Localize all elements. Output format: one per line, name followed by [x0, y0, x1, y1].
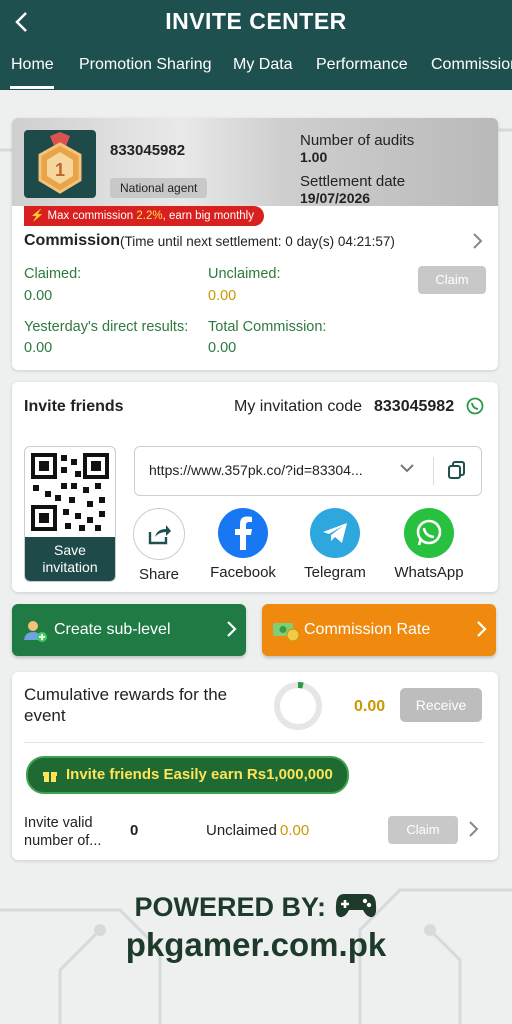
- save-invitation-button[interactable]: Save invitation: [25, 537, 115, 581]
- divider: [433, 457, 434, 485]
- gamepad-icon: [335, 894, 376, 918]
- cumulative-rewards-title: Cumulative rewards for the event: [24, 685, 228, 725]
- receive-button[interactable]: Receive: [400, 688, 482, 722]
- page-title: INVITE CENTER: [165, 8, 347, 34]
- powered-by-watermark: POWERED BY:: [0, 890, 512, 923]
- chevron-right-icon: [227, 621, 237, 637]
- invitation-code-label: My invitation code: [234, 398, 363, 415]
- share-label: Share: [138, 566, 180, 583]
- audits-label: Number of audits: [300, 132, 415, 149]
- unclaimed-label: Unclaimed:: [208, 266, 281, 282]
- promo-ribbon: ⚡ Max commission 2.2%, earn big monthly: [24, 206, 264, 226]
- share-button[interactable]: Share: [116, 508, 202, 583]
- tab-home[interactable]: Home: [11, 56, 54, 74]
- promo-prefix: Max commission: [47, 210, 137, 222]
- agent-commission-card: 1 833045982 National agent Number of aud…: [12, 118, 498, 370]
- invite-valid-count: 0: [130, 822, 139, 839]
- unclaimed-value: 0.00: [280, 822, 310, 839]
- invite-friends-title: Invite friends: [24, 398, 124, 415]
- copy-icon[interactable]: [447, 460, 467, 485]
- invite-valid-label: Invite valid number of...: [24, 815, 102, 849]
- site-watermark: pkgamer.com.pk: [125, 926, 387, 963]
- settlement-value: 19/07/2026: [300, 190, 371, 206]
- medal-badge: 1: [24, 130, 96, 198]
- event-rewards-card: Cumulative rewards for the event 0.00 Re…: [12, 672, 498, 860]
- audits-value: 1.00: [300, 149, 328, 165]
- whatsapp-label: WhatsApp: [394, 564, 464, 581]
- active-tab-indicator: [10, 86, 54, 89]
- invite-friends-card: Invite friends My invitation code 833045…: [12, 382, 498, 592]
- tab-promotion-sharing[interactable]: Promotion Sharing: [79, 56, 212, 74]
- gift-icon: [43, 772, 57, 782]
- money-icon: [273, 623, 300, 642]
- tab-commission[interactable]: Commission: [431, 56, 512, 74]
- unclaimed-label: Unclaimed: [206, 822, 277, 839]
- divider: [24, 742, 484, 743]
- settlement-label: Settlement date: [300, 173, 406, 190]
- promo-suffix: , earn big monthly: [162, 210, 254, 222]
- commission-title: Commission: [24, 232, 121, 249]
- agent-level-badge: National agent: [110, 178, 208, 198]
- progress-ring: [274, 681, 322, 730]
- invite-link-field[interactable]: https://www.357pk.co/?id=83304...: [134, 446, 482, 496]
- invite-promo-banner[interactable]: Invite friends Easily earn Rs1,000,000: [26, 756, 349, 794]
- claim-commission-button[interactable]: Claim: [418, 266, 486, 294]
- commission-details-link[interactable]: [472, 232, 484, 255]
- facebook-label: Facebook: [210, 564, 276, 581]
- invitation-qr-code[interactable]: Save invitation: [24, 446, 116, 582]
- total-commission-value: 0.00: [208, 340, 237, 356]
- tab-performance[interactable]: Performance: [316, 56, 408, 74]
- chevron-down-icon[interactable]: [399, 460, 415, 481]
- qr-code-icon: [31, 453, 109, 531]
- claimed-label: Claimed:: [24, 266, 82, 282]
- yesterday-results-label: Yesterday's direct results:: [24, 319, 189, 335]
- commission-rate-label: Commission Rate: [304, 621, 431, 638]
- agent-id: 833045982: [110, 142, 186, 159]
- header: INVITE CENTER Home Promotion Sharing My …: [0, 0, 512, 90]
- chevron-right-icon: [477, 621, 487, 637]
- telegram-label: Telegram: [304, 564, 366, 581]
- total-commission-label: Total Commission:: [208, 319, 327, 335]
- yesterday-results-value: 0.00: [24, 340, 53, 356]
- tab-my-data[interactable]: My Data: [233, 56, 293, 74]
- claimed-value: 0.00: [24, 288, 53, 304]
- chevron-right-icon: [473, 233, 483, 249]
- create-sub-level-label: Create sub-level: [54, 621, 171, 638]
- invite-link-text: https://www.357pk.co/?id=83304...: [149, 462, 363, 478]
- medal-icon: 1: [38, 132, 82, 194]
- claim-invite-reward-button[interactable]: Claim: [388, 816, 458, 844]
- add-user-icon: [24, 621, 47, 642]
- unclaimed-value: 0.00: [208, 288, 237, 304]
- create-sub-level-button[interactable]: Create sub-level: [12, 604, 246, 656]
- powered-by-text: POWERED BY:: [134, 892, 326, 922]
- facebook-button[interactable]: Facebook: [200, 508, 286, 581]
- whatsapp-icon[interactable]: [466, 397, 484, 420]
- invite-rewards-details-link[interactable]: [468, 820, 480, 843]
- agent-summary: 1 833045982 National agent Number of aud…: [12, 118, 498, 206]
- telegram-button[interactable]: Telegram: [292, 508, 378, 581]
- invitation-code[interactable]: 833045982: [374, 398, 454, 416]
- facebook-icon: [218, 508, 268, 558]
- chevron-right-icon: [469, 821, 479, 837]
- promo-percent: 2.2%: [136, 210, 163, 222]
- whatsapp-button[interactable]: WhatsApp: [386, 508, 472, 581]
- tab-bar: Home Promotion Sharing My Data Performan…: [0, 56, 512, 90]
- lightning-icon: ⚡: [30, 210, 45, 222]
- telegram-icon: [310, 508, 360, 558]
- cumulative-rewards-value: 0.00: [354, 698, 386, 715]
- svg-text:1: 1: [55, 160, 65, 180]
- share-icon: [133, 508, 185, 560]
- commission-rate-button[interactable]: Commission Rate: [262, 604, 496, 656]
- invite-promo-text: Invite friends Easily earn Rs1,000,000: [66, 766, 333, 783]
- whatsapp-icon: [404, 508, 454, 558]
- settlement-countdown: (Time until next settlement: 0 day(s) 04…: [120, 234, 395, 249]
